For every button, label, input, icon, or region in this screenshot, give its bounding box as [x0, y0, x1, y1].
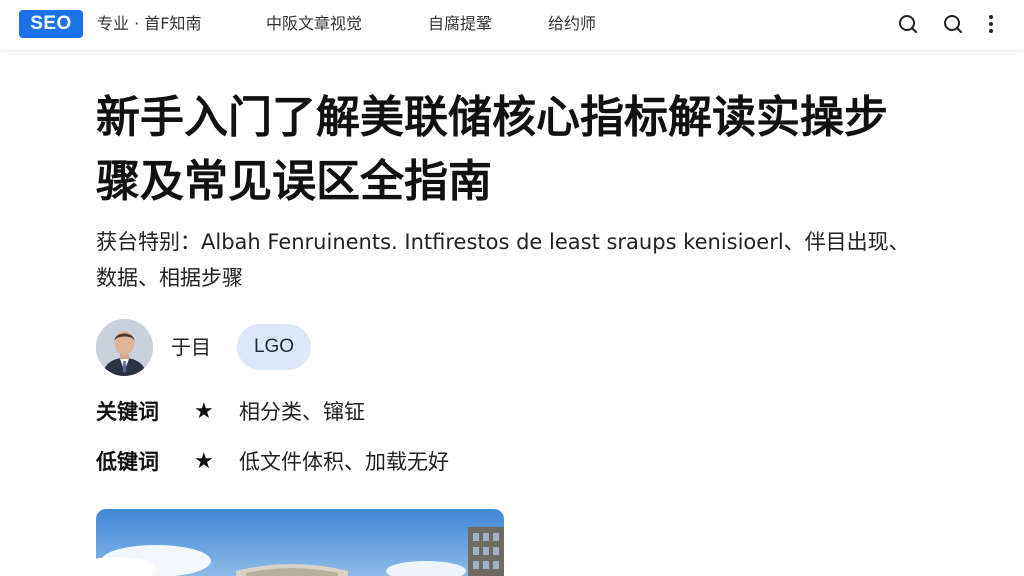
site-logo[interactable]: SEO [19, 10, 83, 38]
nav-item-articles[interactable]: 中阪文章视觉 [266, 13, 362, 35]
avatar[interactable] [96, 319, 153, 376]
top-navigation-bar: SEO 专业 · 首F知南 中阪文章视觉 自腐提鞏 给约师 [0, 0, 1024, 51]
author-badge[interactable]: LGO [237, 324, 311, 370]
keyword-label: 低键词 [96, 450, 159, 474]
star-icon: ★ [194, 449, 214, 474]
article-summary: 获台特别：Albah Fenruinents. Intfirestos de l… [96, 230, 910, 290]
search-icon[interactable] [895, 11, 921, 37]
search-icon[interactable] [940, 11, 966, 37]
keyword-value: 低文件体积、加载无好 [239, 450, 449, 474]
nav-item-submit[interactable]: 自腐提鞏 [428, 13, 492, 35]
hero-image [96, 509, 504, 576]
keyword-label: 关键词 [96, 400, 159, 424]
author-name[interactable]: 于目 [171, 334, 211, 360]
nav-item-author[interactable]: 给约师 [548, 13, 596, 35]
nav-item-home[interactable]: 专业 · 首F知南 [97, 13, 201, 35]
article-title: 新手入门了解美联储核心指标解读实操步骤及常见误区全指南 [96, 92, 888, 207]
star-icon: ★ [194, 399, 214, 424]
more-vertical-icon[interactable] [978, 11, 1004, 37]
keyword-value: 相分类、镩钲 [239, 400, 365, 424]
